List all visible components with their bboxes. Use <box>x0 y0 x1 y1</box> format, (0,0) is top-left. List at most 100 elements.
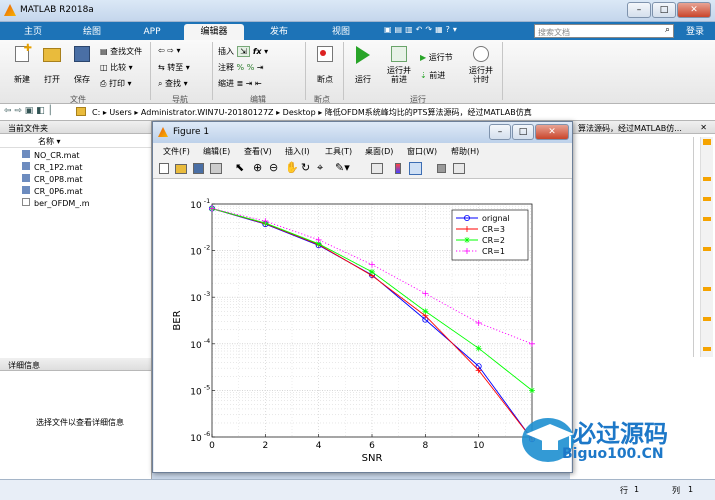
compare-button[interactable]: ◫ 比较 ▾ <box>100 62 133 73</box>
tab-home[interactable]: 主页 <box>6 24 60 40</box>
pointer-icon[interactable]: ⬉ <box>235 161 244 174</box>
tab-publish[interactable]: 发布 <box>250 24 308 40</box>
open-figure-icon[interactable] <box>175 164 187 174</box>
colorbar-icon[interactable] <box>395 163 401 174</box>
figure-minimize-button[interactable]: – <box>489 124 511 140</box>
list-item[interactable]: CR_0P8.mat <box>22 174 151 186</box>
legend-marker <box>464 237 470 243</box>
toolbar-quick-icons[interactable]: ▣▤▥↶↷▦?▾ <box>384 25 524 37</box>
matlab-logo-icon <box>4 4 16 16</box>
data-cursor-icon[interactable]: ⌖ <box>317 161 323 175</box>
figure-title-bar: Figure 1 – □ ✕ <box>153 122 572 143</box>
find-button[interactable]: ⌕ 查找 ▾ <box>158 78 188 89</box>
list-item[interactable]: ber_OFDM_.m <box>22 198 151 210</box>
details-title: 详细信息 <box>0 358 151 371</box>
menu-edit[interactable]: 编辑(E) <box>203 146 230 157</box>
file-list-header[interactable]: 名称 ▾ <box>0 134 151 148</box>
brush-icon[interactable]: ✎▾ <box>335 161 350 174</box>
figure-maximize-button[interactable]: □ <box>512 124 534 140</box>
mat-file-icon <box>22 186 30 194</box>
maximize-button[interactable]: □ <box>652 2 676 18</box>
run-button[interactable]: 运行 <box>350 46 376 85</box>
print-button[interactable]: ⎙ 打印 ▾ <box>100 78 132 89</box>
tab-plots[interactable]: 绘图 <box>64 24 120 40</box>
save-figure-icon[interactable] <box>193 163 204 174</box>
find-files-button[interactable]: ▤ 查找文件 <box>100 46 142 57</box>
hide-tools-icon[interactable] <box>437 164 446 173</box>
biguo-logo: 必过源码 Biguo100.CN <box>512 408 712 480</box>
run-section-button[interactable]: ▶ 运行节 <box>420 52 453 63</box>
figure-close-button[interactable]: ✕ <box>535 124 569 140</box>
indent-button[interactable]: 缩进 ≣ ⇥ ⇤ <box>218 78 262 89</box>
percent-icon: % <box>236 63 245 72</box>
print-figure-icon[interactable] <box>210 163 222 174</box>
menu-help[interactable]: 帮助(H) <box>451 146 479 157</box>
x-axis-label: SNR <box>362 453 383 464</box>
close-button[interactable]: ✕ <box>677 2 711 18</box>
login-link[interactable]: 登录 <box>678 24 712 40</box>
figure-toolbar: ⬉ ⊕ ⊖ ✋ ↻ ⌖ ✎▾ <box>153 159 572 179</box>
comment-button[interactable]: 注释 % % ⇥ <box>218 62 264 73</box>
mat-file-icon <box>22 150 30 158</box>
list-item[interactable]: CR_1P2.mat <box>22 162 151 174</box>
pan-icon[interactable]: ✋ <box>285 161 299 174</box>
data-point <box>369 268 375 275</box>
search-docs-input[interactable]: 搜索文档 ⌕ <box>534 24 674 38</box>
open-button[interactable]: 打开 <box>40 46 64 85</box>
tab-apps[interactable]: APP <box>124 24 180 40</box>
menu-file[interactable]: 文件(F) <box>163 146 190 157</box>
y-tick-exponent: -5 <box>204 383 210 391</box>
line-label: 行 <box>620 486 628 495</box>
insert-button[interactable]: 插入 ⇲ fx ▾ <box>218 46 268 57</box>
show-tools-icon[interactable] <box>453 163 465 174</box>
tab-view[interactable]: 视图 <box>312 24 370 40</box>
new-button[interactable]: ✚ 新建 <box>10 43 34 85</box>
goto-icon: ⇆ <box>158 63 165 72</box>
menu-view[interactable]: 查看(V) <box>244 146 272 157</box>
percent-off-icon: % <box>246 63 255 72</box>
run-advance-icon <box>391 46 407 62</box>
goto-button[interactable]: ⇆ 转至 ▾ <box>158 62 190 73</box>
menu-tools[interactable]: 工具(T) <box>325 146 352 157</box>
find-icon: ⌕ <box>158 79 163 88</box>
advance-button[interactable]: ⇣ 前进 <box>420 70 445 81</box>
minimize-button[interactable]: – <box>627 2 651 18</box>
y-tick-label: 10 <box>190 201 202 211</box>
figure-window[interactable]: Figure 1 – □ ✕ 文件(F) 编辑(E) 查看(V) 插入(I) 工… <box>152 121 573 473</box>
rotate-icon[interactable]: ↻ <box>301 161 310 174</box>
x-tick-label: 4 <box>316 441 322 451</box>
menu-desktop[interactable]: 桌面(D) <box>365 146 393 157</box>
breakpoints-button[interactable]: 断点 <box>312 46 338 85</box>
link-plot-icon[interactable] <box>371 163 383 174</box>
y-tick-label: 10 <box>190 294 202 304</box>
menu-insert[interactable]: 插入(I) <box>285 146 310 157</box>
run-advance-button[interactable]: 运行并 前进 <box>384 46 414 84</box>
tab-editor[interactable]: 编辑器 <box>184 24 244 40</box>
ribbon-tab-bar: 主页 绘图 APP 编辑器 发布 视图 ▣▤▥↶↷▦?▾ 搜索文档 ⌕ 登录 <box>0 22 715 40</box>
new-file-icon: ✚ <box>15 43 32 62</box>
address-bar[interactable]: ⇦ ⇨ ▣ ◧ │ C: ▸ Users ▸ Administrator.WIN… <box>0 104 715 121</box>
run-time-button[interactable]: 运行并 计时 <box>466 46 496 84</box>
editor-scrollbar[interactable] <box>700 137 713 357</box>
stopwatch-icon <box>473 46 489 62</box>
save-button[interactable]: 保存 <box>70 46 94 85</box>
legend-label: CR=2 <box>482 236 505 245</box>
list-item[interactable]: NO_CR.mat <box>22 150 151 162</box>
zoom-in-icon[interactable]: ⊕ <box>253 161 262 174</box>
breakpoint-icon <box>317 46 333 62</box>
mat-file-icon <box>22 162 30 170</box>
x-tick-label: 10 <box>473 441 485 451</box>
list-item[interactable]: CR_0P6.mat <box>22 186 151 198</box>
m-file-icon <box>22 198 30 206</box>
zoom-out-icon[interactable]: ⊖ <box>269 161 278 174</box>
legend-icon[interactable] <box>409 162 422 175</box>
menu-window[interactable]: 窗口(W) <box>407 146 437 157</box>
data-point <box>422 308 429 315</box>
search-placeholder: 搜索文档 <box>538 28 570 37</box>
nav-arrows[interactable]: ⇦ ⇨ ▾ <box>158 46 181 55</box>
y-tick-label: 10 <box>190 387 202 397</box>
indent-icon: ≣ <box>236 79 244 88</box>
nav-back-forward-icons[interactable]: ⇦ ⇨ ▣ ◧ │ <box>4 106 53 116</box>
new-figure-icon[interactable] <box>159 163 169 174</box>
advance-icon: ⇣ <box>420 71 427 80</box>
